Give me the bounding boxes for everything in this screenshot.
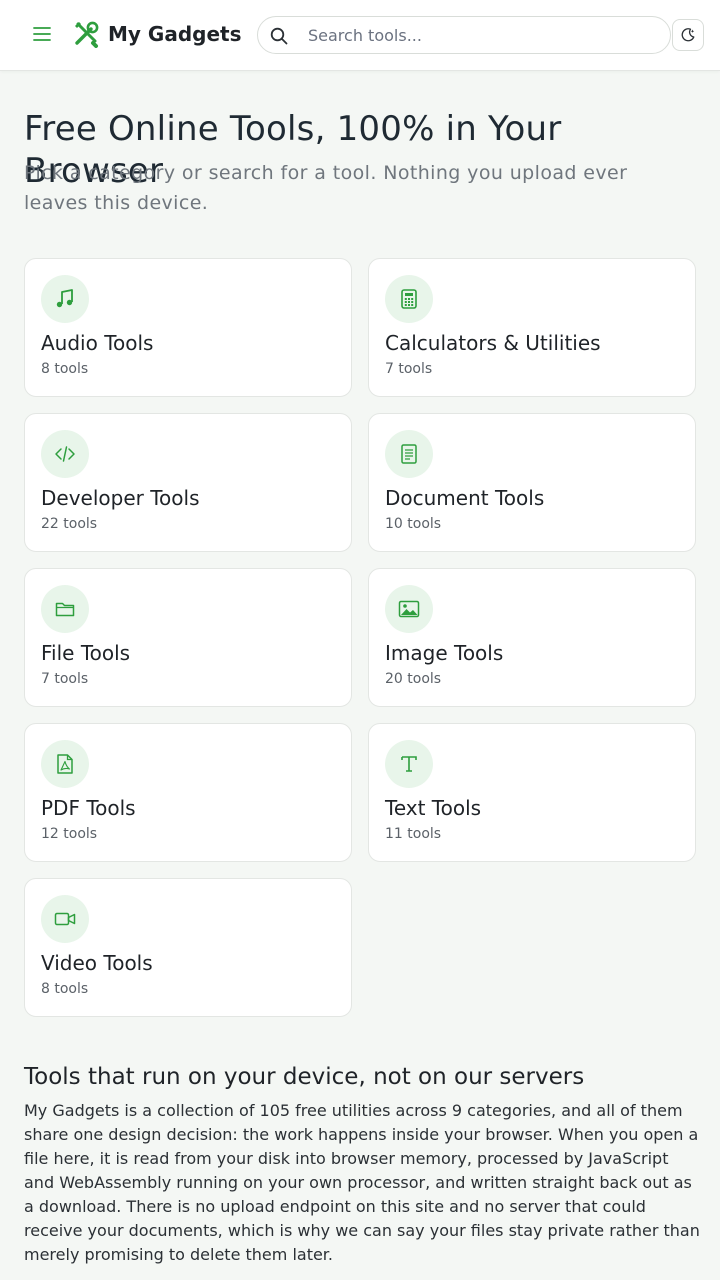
category-title: File Tools	[41, 641, 131, 665]
category-icon-badge	[41, 275, 89, 323]
category-card-video[interactable]: Video Tools 8 tools	[24, 878, 352, 1017]
category-card-document[interactable]: Document Tools 10 tools	[368, 413, 696, 552]
category-title: Calculators & Utilities	[385, 331, 601, 355]
search-input[interactable]	[308, 23, 658, 47]
category-card-image[interactable]: Image Tools 20 tools	[368, 568, 696, 707]
page-subtitle: Pick a category or search for a tool. No…	[24, 162, 628, 214]
category-icon-badge	[41, 895, 89, 943]
category-icon-badge	[41, 740, 89, 788]
category-card-file[interactable]: File Tools 7 tools	[24, 568, 352, 707]
category-icon-badge	[385, 430, 433, 478]
category-icon-badge	[41, 430, 89, 478]
category-count: 10 tools	[385, 516, 442, 532]
category-card-calculators[interactable]: Calculators & Utilities 7 tools	[368, 258, 696, 397]
text-icon	[401, 756, 417, 772]
category-title: Image Tools	[385, 641, 504, 665]
category-card-audio[interactable]: Audio Tools 8 tools	[24, 258, 352, 397]
category-icon-badge	[385, 275, 433, 323]
category-icon-badge	[385, 585, 433, 633]
brand-name: My Gadgets	[108, 22, 242, 46]
category-count: 22 tools	[41, 516, 98, 532]
top-header: My Gadgets	[0, 0, 720, 71]
category-count: 7 tools	[41, 671, 89, 687]
category-count: 7 tools	[385, 361, 433, 377]
category-icon-badge	[41, 585, 89, 633]
code-icon	[55, 446, 75, 462]
category-title: Document Tools	[385, 486, 545, 510]
category-count: 12 tools	[41, 826, 98, 842]
category-title: Video Tools	[41, 951, 153, 975]
search-box[interactable]	[257, 16, 671, 54]
about-section-title: Tools that run on your device, not on ou…	[24, 1064, 585, 1090]
brand-logo-link[interactable]: My Gadgets	[72, 18, 241, 50]
about-section-body: My Gadgets is a collection of 105 free u…	[24, 1101, 700, 1264]
category-card-pdf[interactable]: PDF Tools 12 tools	[24, 723, 352, 862]
category-title: Text Tools	[385, 796, 482, 820]
calculator-icon	[401, 289, 417, 309]
folder-icon	[55, 602, 75, 617]
category-count: 8 tools	[41, 361, 89, 377]
menu-button[interactable]	[28, 20, 56, 48]
theme-toggle-button[interactable]	[672, 19, 704, 51]
category-count: 20 tools	[385, 671, 442, 687]
video-icon	[54, 912, 76, 926]
category-icon-badge	[385, 740, 433, 788]
category-title: Audio Tools	[41, 331, 154, 355]
document-icon	[401, 444, 417, 464]
category-card-developer[interactable]: Developer Tools 22 tools	[24, 413, 352, 552]
category-count: 11 tools	[385, 826, 442, 842]
hamburger-icon	[33, 27, 51, 41]
category-card-text[interactable]: Text Tools 11 tools	[368, 723, 696, 862]
tools-icon	[75, 21, 99, 48]
category-count: 8 tools	[41, 981, 89, 997]
moon-icon	[681, 28, 695, 42]
search-icon	[270, 27, 288, 45]
image-icon	[398, 600, 420, 618]
pdf-icon	[57, 754, 73, 774]
category-title: Developer Tools	[41, 486, 200, 510]
category-title: PDF Tools	[41, 796, 136, 820]
music-note-icon	[56, 289, 73, 308]
